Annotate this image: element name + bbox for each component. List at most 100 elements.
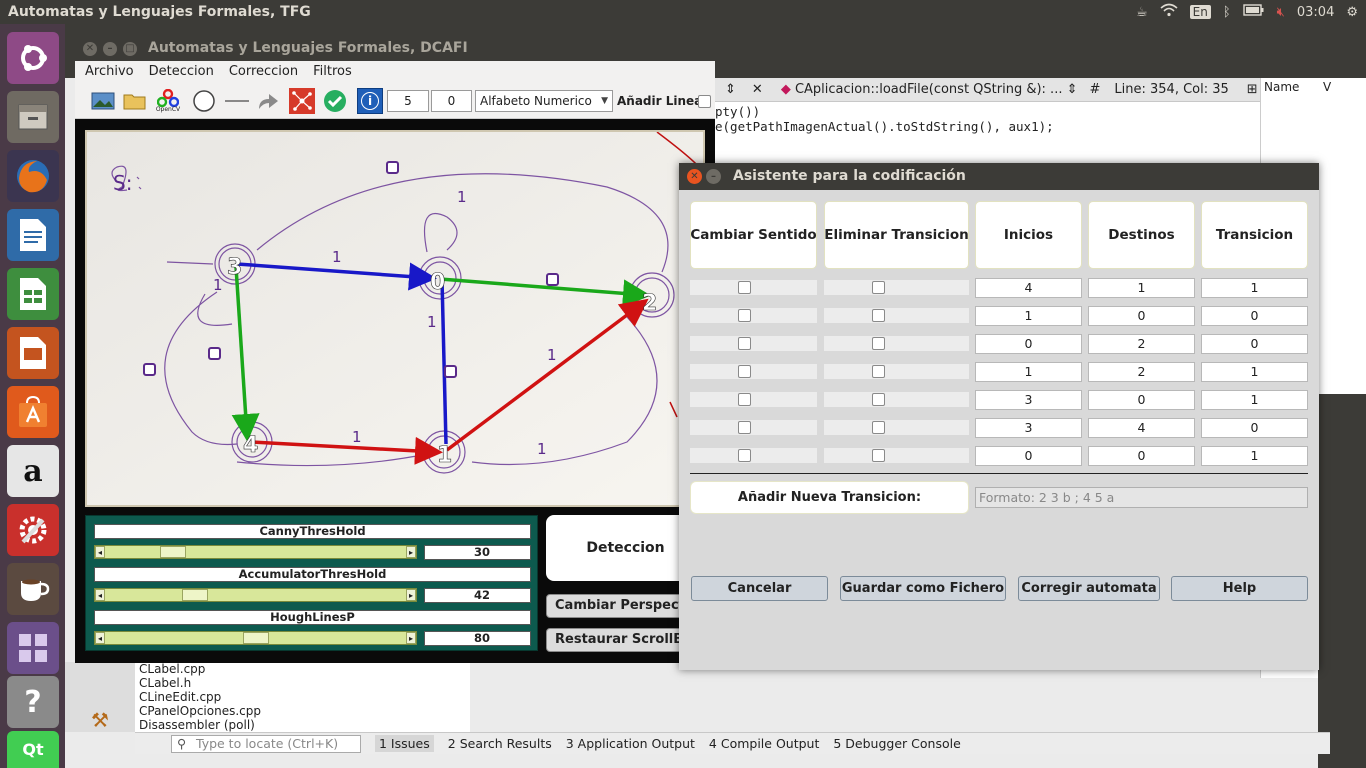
start-cell[interactable]: 4 (975, 278, 1082, 298)
delete-transition-checkbox[interactable] (872, 337, 885, 350)
check-icon[interactable] (322, 88, 348, 114)
impress-icon[interactable] (7, 327, 59, 379)
delete-transition-checkbox[interactable] (872, 449, 885, 462)
change-direction-checkbox[interactable] (738, 421, 751, 434)
change-direction-checkbox[interactable] (738, 281, 751, 294)
delete-transition-checkbox[interactable] (872, 393, 885, 406)
project-file-list[interactable]: CLabel.cpp CLabel.h CLineEdit.cpp CPanel… (135, 662, 470, 732)
files-icon[interactable] (7, 91, 59, 143)
firefox-icon[interactable] (7, 150, 59, 202)
save-file-button[interactable]: Guardar como Fichero (840, 576, 1006, 601)
tab-issues[interactable]: 1 Issues (375, 735, 434, 752)
ubuntu-icon[interactable] (7, 32, 59, 84)
folder-open-icon[interactable] (122, 88, 148, 114)
wifi-icon[interactable] (1160, 3, 1178, 21)
line-tool-icon[interactable] (224, 88, 250, 114)
slider-left-arrow-icon[interactable]: ◂ (95, 632, 105, 644)
menu-deteccion[interactable]: Deteccion (149, 64, 214, 83)
canny-slider[interactable]: ◂ ▸ (94, 545, 417, 559)
change-direction-checkbox[interactable] (738, 449, 751, 462)
slider-right-arrow-icon[interactable]: ▸ (406, 632, 416, 644)
slider-handle[interactable] (243, 632, 269, 644)
coffee-icon[interactable]: ☕ (1136, 5, 1148, 20)
redo-arrow-icon[interactable] (255, 88, 281, 114)
slider-handle[interactable] (182, 589, 208, 601)
calc-icon[interactable] (7, 268, 59, 320)
tab-search-results[interactable]: 2 Search Results (448, 736, 552, 751)
close-document-icon[interactable]: ✕ (752, 82, 763, 97)
tab-compile-output[interactable]: 4 Compile Output (709, 736, 819, 751)
destination-cell[interactable]: 4 (1088, 418, 1195, 438)
updown-arrow-icon[interactable]: ⇕ (725, 82, 736, 97)
keyboard-language-indicator[interactable]: En (1189, 5, 1211, 19)
transition-cell[interactable]: 1 (1201, 278, 1308, 298)
list-item[interactable]: CLineEdit.cpp (139, 690, 470, 704)
software-center-icon[interactable] (7, 386, 59, 438)
change-direction-checkbox[interactable] (738, 365, 751, 378)
battery-icon[interactable] (1242, 4, 1265, 20)
list-item[interactable]: Disassembler (poll) (139, 718, 470, 732)
graph-nodes-icon[interactable] (289, 88, 315, 114)
houghlines-slider[interactable]: ◂ ▸ (94, 631, 417, 645)
minimize-icon[interactable]: – (103, 42, 117, 56)
accumulator-slider[interactable]: ◂ ▸ (94, 588, 417, 602)
delete-transition-checkbox[interactable] (872, 309, 885, 322)
list-item[interactable]: CLabel.h (139, 676, 470, 690)
build-icon[interactable]: ⚒ (91, 708, 109, 732)
change-direction-checkbox[interactable] (738, 393, 751, 406)
transition-cell[interactable]: 0 (1201, 306, 1308, 326)
close-icon[interactable]: ✕ (83, 42, 97, 56)
menu-correccion[interactable]: Correccion (229, 64, 298, 83)
settings-icon[interactable] (7, 504, 59, 556)
info-icon[interactable]: i (357, 88, 383, 114)
menu-archivo[interactable]: Archivo (85, 64, 134, 83)
menu-filtros[interactable]: Filtros (313, 64, 352, 83)
slider-handle[interactable] (160, 546, 186, 558)
minimize-icon[interactable]: – (706, 169, 721, 184)
start-cell[interactable]: 0 (975, 334, 1082, 354)
correct-automaton-button[interactable]: Corregir automata (1018, 576, 1160, 601)
help-button[interactable]: Help (1171, 576, 1308, 601)
delete-transition-checkbox[interactable] (872, 421, 885, 434)
destination-cell[interactable]: 0 (1088, 446, 1195, 466)
number-input-2[interactable]: 0 (431, 90, 472, 112)
destination-cell[interactable]: 0 (1088, 390, 1195, 410)
split-icon[interactable]: ⊞ (1247, 82, 1258, 97)
close-icon[interactable]: ✕ (687, 169, 702, 184)
start-cell[interactable]: 3 (975, 390, 1082, 410)
start-cell[interactable]: 0 (975, 446, 1082, 466)
bluetooth-icon[interactable]: ᛒ (1223, 5, 1231, 20)
destination-cell[interactable]: 2 (1088, 362, 1195, 382)
tab-debugger-console[interactable]: 5 Debugger Console (833, 736, 960, 751)
slider-right-arrow-icon[interactable]: ▸ (406, 589, 416, 601)
locate-input[interactable]: ⚲ Type to locate (Ctrl+K) (171, 734, 361, 753)
tab-application-output[interactable]: 3 Application Output (566, 736, 695, 751)
change-direction-checkbox[interactable] (738, 309, 751, 322)
image-icon[interactable] (90, 88, 116, 114)
clock[interactable]: 03:04 (1297, 5, 1334, 20)
add-lines-checkbox[interactable] (698, 95, 711, 108)
amazon-icon[interactable]: a (7, 445, 59, 497)
destination-cell[interactable]: 2 (1088, 334, 1195, 354)
change-direction-checkbox[interactable] (738, 337, 751, 350)
cancel-button[interactable]: Cancelar (691, 576, 828, 601)
circle-tool-icon[interactable] (191, 88, 217, 114)
start-cell[interactable]: 1 (975, 306, 1082, 326)
destination-cell[interactable]: 1 (1088, 278, 1195, 298)
opencv-icon[interactable]: OpenCV (155, 88, 181, 114)
destination-cell[interactable]: 0 (1088, 306, 1195, 326)
maximize-icon[interactable]: □ (123, 42, 137, 56)
new-transition-input[interactable]: Formato: 2 3 b ; 4 5 a (975, 487, 1308, 508)
list-item[interactable]: CPanelOpciones.cpp (139, 704, 470, 718)
transition-cell[interactable]: 0 (1201, 334, 1308, 354)
transition-cell[interactable]: 1 (1201, 362, 1308, 382)
workspaces-icon[interactable] (7, 622, 59, 674)
slider-left-arrow-icon[interactable]: ◂ (95, 546, 105, 558)
slider-left-arrow-icon[interactable]: ◂ (95, 589, 105, 601)
list-item[interactable]: CLabel.cpp (139, 662, 470, 676)
start-cell[interactable]: 3 (975, 418, 1082, 438)
transition-cell[interactable]: 1 (1201, 390, 1308, 410)
gear-icon[interactable]: ⚙ (1346, 5, 1358, 20)
automaton-image[interactable]: 3 0 2 4 1 1 1 1 1 1 1 1 S: (85, 130, 705, 507)
delete-transition-checkbox[interactable] (872, 365, 885, 378)
